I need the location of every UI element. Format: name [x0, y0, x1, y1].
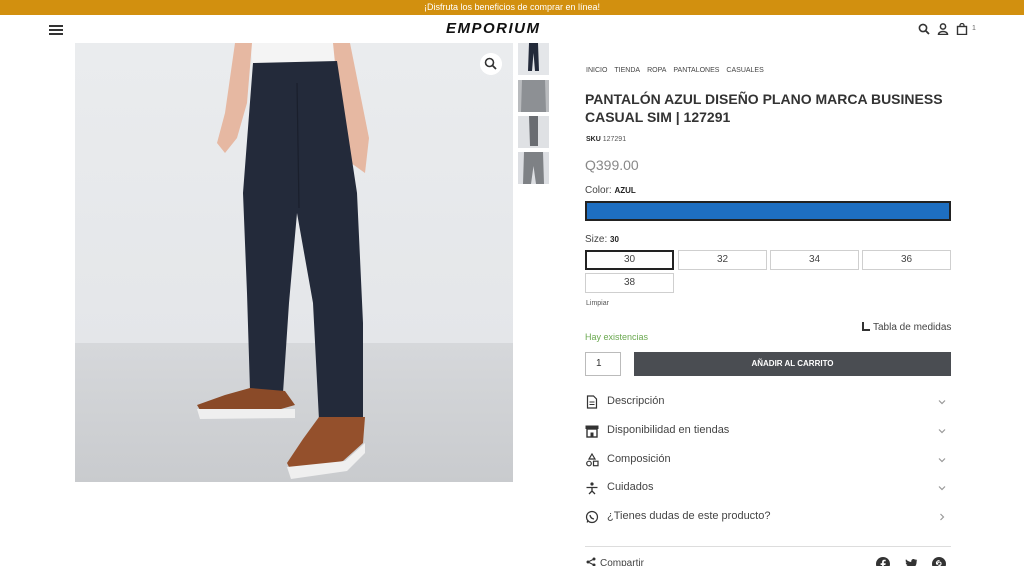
thumbnail-back[interactable]: [518, 80, 549, 112]
color-attribute: Color: AZUL: [585, 185, 636, 196]
sku: SKU 127291: [586, 136, 626, 143]
thumbnail-front[interactable]: [518, 43, 549, 75]
size-chart-link[interactable]: Tabla de medidas: [862, 322, 951, 333]
stock-status: Hay existencias: [585, 332, 649, 342]
add-to-cart-button[interactable]: AÑADIR AL CARRITO: [634, 352, 951, 376]
size-option-36[interactable]: 36: [862, 250, 951, 270]
zoom-icon[interactable]: [480, 53, 502, 75]
thumbnail-detail[interactable]: [518, 152, 549, 184]
size-value: 30: [610, 235, 619, 244]
size-option-32[interactable]: 32: [678, 250, 767, 270]
menu-icon[interactable]: [49, 25, 63, 35]
shapes-icon: [586, 453, 599, 467]
share-row: Compartir: [586, 557, 644, 566]
quantity-input[interactable]: 1: [585, 352, 621, 376]
chevron-down-icon: [938, 486, 946, 491]
color-swatch-azul[interactable]: [585, 201, 951, 221]
breadcrumb-casuales[interactable]: CASUALES: [726, 67, 763, 74]
divider: [585, 546, 951, 547]
chevron-down-icon: [938, 458, 946, 463]
share-label: Compartir: [600, 558, 644, 566]
pants-illustration: [75, 43, 513, 482]
size-attribute: Size: 30: [585, 234, 619, 245]
share-icon[interactable]: [586, 557, 596, 566]
site-header: EMPORIUM 1: [0, 15, 1024, 43]
breadcrumb-pantalones[interactable]: PANTALONES: [673, 67, 719, 74]
promo-bar: ¡Disfruta los beneficios de comprar en l…: [0, 0, 1024, 15]
chevron-down-icon: [938, 429, 946, 434]
accordion-cuidados[interactable]: Cuidados: [585, 479, 951, 499]
breadcrumb: INICIO TIENDA ROPA PANTALONES CASUALES: [586, 67, 771, 74]
accordion-label: Composición: [607, 453, 671, 465]
size-option-34[interactable]: 34: [770, 250, 859, 270]
user-icon[interactable]: [937, 23, 949, 35]
store-icon: [585, 425, 599, 438]
whatsapp-icon: [585, 510, 599, 524]
ruler-icon: [862, 322, 870, 331]
color-label: Color:: [585, 185, 612, 196]
chevron-right-icon: [940, 513, 945, 521]
breadcrumb-inicio[interactable]: INICIO: [586, 67, 607, 74]
thumbnail-side[interactable]: [518, 116, 549, 148]
size-option-38[interactable]: 38: [585, 273, 674, 293]
sku-value: 127291: [602, 136, 627, 143]
accordion-label: Disponibilidad en tiendas: [607, 424, 730, 436]
document-icon: [586, 395, 598, 409]
accordion-composicion[interactable]: Composición: [585, 451, 951, 471]
cart-icon[interactable]: [956, 23, 968, 35]
accordion-dudas[interactable]: ¿Tienes dudas de este producto?: [585, 508, 951, 528]
accordion-disponibilidad[interactable]: Disponibilidad en tiendas: [585, 422, 951, 442]
size-label: Size:: [585, 234, 608, 245]
accordion-label: Descripción: [607, 395, 665, 407]
pinterest-icon[interactable]: [932, 557, 946, 566]
search-icon[interactable]: [918, 23, 930, 35]
clear-selection-link[interactable]: Limpiar: [586, 300, 609, 307]
product-price: Q399.00: [585, 157, 639, 173]
chevron-down-icon: [938, 400, 946, 405]
product-title: PANTALÓN AZUL DISEÑO PLANO MARCA BUSINES…: [585, 91, 943, 125]
size-option-30[interactable]: 30: [585, 250, 674, 270]
breadcrumb-tienda[interactable]: TIENDA: [614, 67, 640, 74]
accordion-label: ¿Tienes dudas de este producto?: [607, 510, 771, 522]
accordion-label: Cuidados: [607, 481, 654, 493]
twitter-icon[interactable]: [904, 557, 918, 566]
main-product-image[interactable]: [75, 43, 513, 482]
care-icon: [586, 482, 598, 495]
accordion-descripcion[interactable]: Descripción: [585, 393, 951, 413]
size-chart-label: Tabla de medidas: [873, 322, 952, 333]
sku-label: SKU: [586, 136, 601, 143]
color-value: AZUL: [614, 186, 636, 195]
breadcrumb-ropa[interactable]: ROPA: [647, 67, 666, 74]
facebook-icon[interactable]: [876, 557, 890, 566]
site-logo[interactable]: EMPORIUM: [446, 20, 541, 37]
cart-count: 1: [972, 25, 976, 32]
